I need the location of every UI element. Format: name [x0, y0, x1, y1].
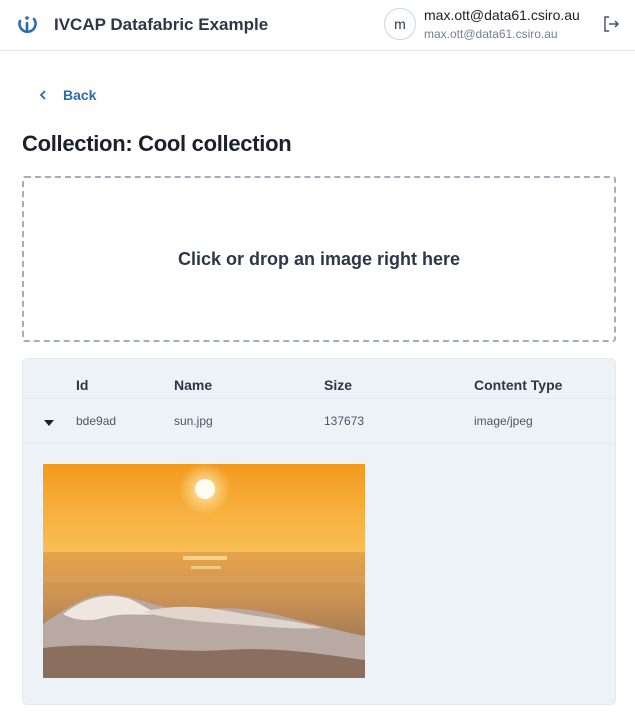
app-title: IVCAP Datafabric Example: [54, 15, 269, 34]
column-header-size[interactable]: Size: [324, 377, 352, 393]
image-preview: [43, 464, 365, 678]
avatar[interactable]: m: [384, 8, 416, 40]
column-header-name[interactable]: Name: [174, 377, 212, 393]
cell-name: sun.jpg: [174, 414, 213, 428]
back-link[interactable]: Back: [37, 85, 96, 105]
artifacts-table: Id Name Size Content Type bde9ad sun.jpg…: [22, 358, 616, 705]
cell-content-type: image/jpeg: [474, 414, 533, 428]
chevron-left-icon: [39, 90, 46, 100]
logout-icon[interactable]: [602, 15, 620, 33]
app-header: IVCAP Datafabric Example m max.ott@data6…: [0, 0, 635, 51]
user-email: max.ott@data61.csiro.au: [424, 27, 558, 41]
image-dropzone[interactable]: Click or drop an image right here: [22, 176, 616, 342]
ivcap-logo-icon[interactable]: [15, 12, 39, 36]
expand-toggle-icon[interactable]: [43, 418, 55, 428]
column-header-id[interactable]: Id: [76, 377, 88, 393]
cell-id: bde9ad: [76, 414, 117, 428]
user-name: max.ott@data61.csiro.au: [424, 7, 580, 23]
cell-size: 137673: [324, 414, 365, 428]
dropzone-label: Click or drop an image right here: [177, 248, 461, 269]
page-title: Collection: Cool collection: [22, 131, 292, 156]
back-label: Back: [63, 87, 97, 103]
table-header: Id Name Size Content Type: [23, 359, 615, 399]
column-header-content-type[interactable]: Content Type: [474, 377, 562, 393]
table-row[interactable]: bde9ad sun.jpg 137673 image/jpeg: [23, 399, 615, 444]
